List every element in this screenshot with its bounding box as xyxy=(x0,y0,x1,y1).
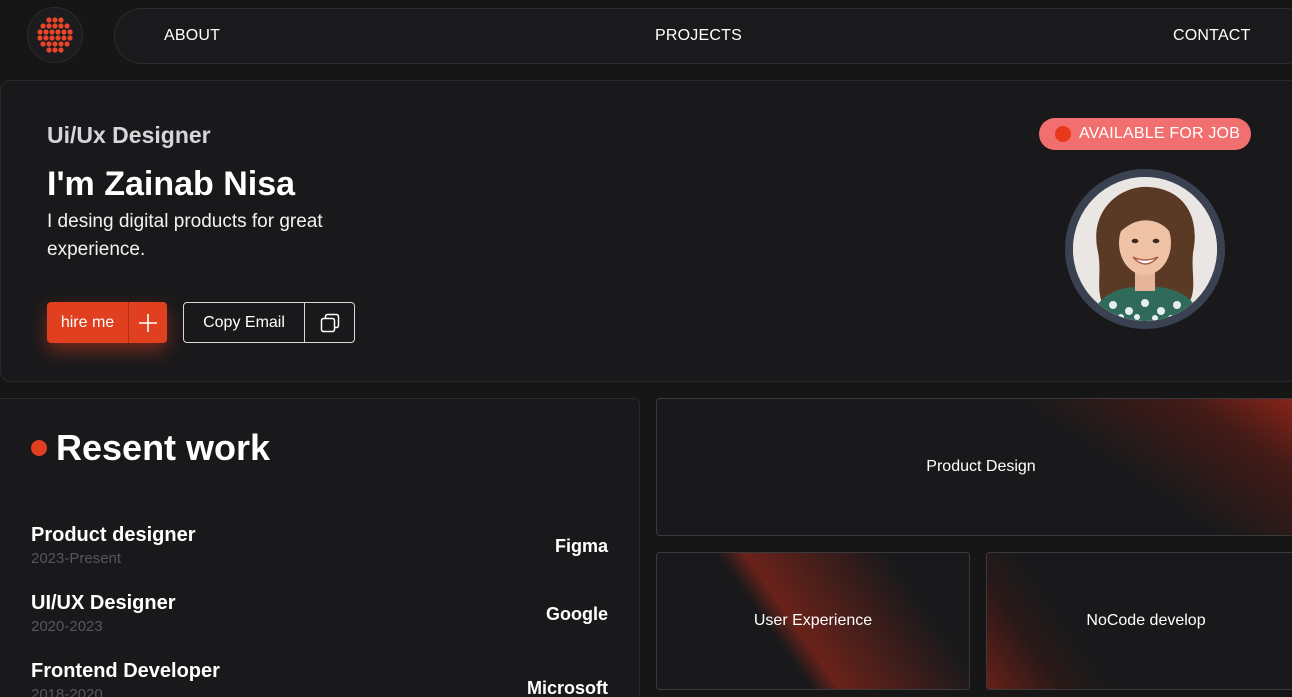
hero-panel: Ui/Ux Designer I'm Zainab Nisa I desing … xyxy=(0,80,1292,382)
work-item-company: Microsoft xyxy=(527,678,608,697)
work-item: UI/UX Designer 2020-2023 Google xyxy=(31,592,608,635)
copy-email-label: Copy Email xyxy=(184,303,305,342)
hero-tagline: I desing digital products for great expe… xyxy=(47,211,323,260)
page: ABOUT PROJECTS CONTACT Ui/Ux Designer I'… xyxy=(0,0,1292,697)
service-card-label: NoCode develop xyxy=(1086,612,1206,629)
service-card-nocode-develop[interactable]: NoCode develop xyxy=(986,552,1292,690)
work-item-title: Product designer xyxy=(31,524,196,546)
plus-icon xyxy=(129,302,167,343)
hire-me-button[interactable]: hire me xyxy=(47,302,167,343)
top-nav: ABOUT PROJECTS CONTACT xyxy=(114,8,1292,64)
work-item-company: Google xyxy=(546,604,608,624)
service-card-label: Product Design xyxy=(926,458,1036,475)
nav-link-about[interactable]: ABOUT xyxy=(164,27,220,45)
bullet-dot-icon xyxy=(31,440,47,456)
work-item: Frontend Developer 2018-2020 Microsoft xyxy=(31,660,608,697)
work-item-dates: 2018-2020 xyxy=(31,686,103,697)
work-item-dates: 2023-Present xyxy=(31,550,122,567)
work-item-title: Frontend Developer xyxy=(31,660,220,682)
availability-badge: AVAILABLE FOR JOB xyxy=(1039,118,1251,150)
nav-link-projects[interactable]: PROJECTS xyxy=(655,27,742,45)
work-item-title: UI/UX Designer xyxy=(31,592,176,614)
hero-name: I'm Zainab Nisa xyxy=(47,165,296,203)
recent-work-heading: Resent work xyxy=(31,427,270,469)
role-title: Ui/Ux Designer xyxy=(47,122,211,148)
avatar-photo xyxy=(1073,177,1217,321)
recent-work-panel: Resent work Product designer 2023-Presen… xyxy=(0,398,640,697)
service-card-user-experience[interactable]: User Experience xyxy=(656,552,970,690)
avatar xyxy=(1065,169,1225,329)
dot-grid-logo-icon xyxy=(37,17,73,53)
status-dot-icon xyxy=(1055,126,1071,142)
work-item: Product designer 2023-Present Figma xyxy=(31,524,608,567)
service-card-product-design[interactable]: Product Design xyxy=(656,398,1292,536)
recent-work-title: Resent work xyxy=(56,427,271,468)
copy-email-button[interactable]: Copy Email xyxy=(183,302,355,343)
nav-link-contact[interactable]: CONTACT xyxy=(1173,27,1251,45)
copy-icon[interactable] xyxy=(305,303,354,342)
work-item-dates: 2020-2023 xyxy=(31,618,103,635)
availability-text: AVAILABLE FOR JOB xyxy=(1079,125,1241,142)
hire-me-label: hire me xyxy=(47,302,129,343)
logo[interactable] xyxy=(27,7,83,63)
work-item-company: Figma xyxy=(554,536,608,556)
service-card-label: User Experience xyxy=(753,612,873,629)
